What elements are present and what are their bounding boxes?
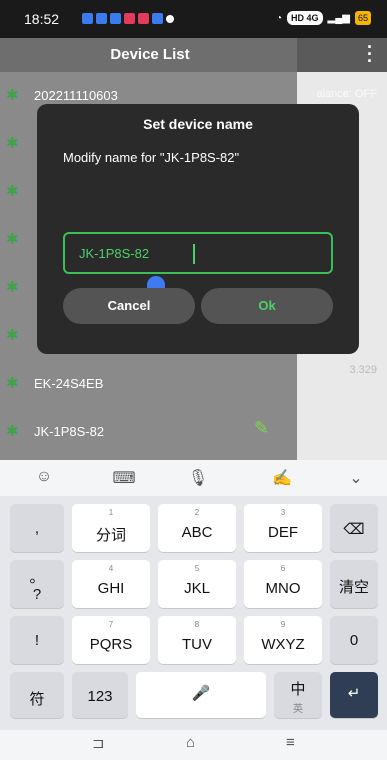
device-name-input[interactable]: JK-1P8S-82 (63, 232, 333, 274)
zero-key[interactable]: 0 (330, 616, 378, 664)
bluetooth-icon: ✱ (6, 375, 19, 392)
page-title: Device List (110, 46, 190, 63)
symbols-key[interactable]: 符 (10, 672, 64, 718)
app-notification-icon (82, 13, 93, 24)
dialog-title: Set device name (143, 116, 253, 132)
bluetooth-icon: ✱ (6, 279, 19, 296)
signal-icon: ▂▄▆ (327, 12, 350, 24)
enter-key[interactable]: ↵ (330, 672, 378, 718)
soft-keyboard: ☺ ⌨ 🎙 ✍ ⌄ , 。 ? ! 1 分词 2 ABC 3 DEF 4 GHI 5 JK… (0, 460, 387, 730)
ok-button[interactable]: Ok (201, 288, 333, 324)
backspace-key[interactable]: ⌫ (330, 504, 378, 552)
keyboard-toolbar: ☺ ⌨ 🎙 ✍ ⌄ (0, 460, 387, 496)
collapse-keyboard-icon[interactable]: ⌄ (336, 468, 376, 488)
microphone-icon: 🎤 (191, 685, 211, 702)
handwriting-icon[interactable]: ✍ (262, 468, 302, 488)
dialog-message: Modify name for "JK-1P8S-82" (63, 150, 240, 165)
numbers-key[interactable]: 123 (72, 672, 128, 718)
key-1[interactable]: 1 分词 (72, 504, 150, 552)
back-nav-icon[interactable]: ⊐ (92, 734, 105, 752)
device-voltage: 3.329 (349, 364, 377, 376)
app-notification-icon (124, 13, 135, 24)
edit-pencil-icon[interactable]: ✎ (254, 418, 269, 439)
battery-level: 65 (354, 11, 371, 25)
cancel-button[interactable]: Cancel (63, 288, 195, 324)
network-type: HD 4G (287, 11, 323, 25)
app-notification-icon (152, 13, 163, 24)
app-bar-side (297, 38, 387, 72)
exclaim-key[interactable]: ! (10, 616, 64, 664)
bluetooth-icon: ✱ (6, 231, 19, 248)
notification-icons (82, 13, 174, 24)
app-notification-icon (138, 13, 149, 24)
clear-key[interactable]: 清空 (330, 560, 378, 608)
set-device-name-dialog: Set device name Modify name for "JK-1P8S… (37, 104, 359, 354)
comma-key[interactable]: , (10, 504, 64, 552)
language-switch-key[interactable]: 中 英 (274, 672, 322, 718)
status-time: 18:52 (24, 11, 60, 27)
emoji-icon[interactable]: ☺ (24, 468, 64, 486)
key-9[interactable]: 9 WXYZ (244, 616, 322, 664)
key-5[interactable]: 5 JKL (158, 560, 236, 608)
device-name: 202211110603 (34, 88, 118, 103)
device-row[interactable]: ✱ EK-24S4EB 3.329 (0, 360, 387, 408)
app-notification-icon (110, 13, 121, 24)
device-balance: alance: OFF (316, 88, 377, 100)
bluetooth-icon: ✱ (6, 183, 19, 200)
text-caret (193, 244, 195, 264)
recents-nav-icon[interactable]: ≡ (286, 734, 295, 751)
more-notifications-icon (166, 15, 174, 23)
app-notification-icon (96, 13, 107, 24)
bluetooth-icon: ✱ (6, 327, 19, 344)
key-3[interactable]: 3 DEF (244, 504, 322, 552)
key-8[interactable]: 8 TUV (158, 616, 236, 664)
app-bar: Device List · · · (0, 38, 387, 72)
more-vertical-icon[interactable]: · · · (367, 38, 373, 70)
device-name: EK-24S4EB (34, 376, 104, 391)
alarm-icon: ◔ (275, 12, 282, 24)
device-row[interactable]: ✱ JK-1P8S-82 ✎ (0, 408, 387, 456)
device-name-input-value: JK-1P8S-82 (79, 246, 150, 261)
key-6[interactable]: 6 MNO (244, 560, 322, 608)
period-question-key[interactable]: 。 ? (10, 560, 64, 608)
voice-input-icon[interactable]: 🎙 (178, 468, 218, 488)
enter-icon: ↵ (347, 685, 361, 702)
bluetooth-icon: ✱ (6, 423, 19, 440)
status-bar: 18:52 ◔ HD 4G ▂▄▆ 65 (0, 0, 387, 38)
bluetooth-icon: ✱ (6, 87, 19, 104)
system-navigation-bar: ⊐ ⌂ ≡ (0, 730, 387, 760)
key-4[interactable]: 4 GHI (72, 560, 150, 608)
key-2[interactable]: 2 ABC (158, 504, 236, 552)
bluetooth-icon: ✱ (6, 135, 19, 152)
space-key[interactable]: 🎤 (136, 672, 266, 718)
backspace-icon: ⌫ (343, 521, 365, 538)
home-nav-icon[interactable]: ⌂ (186, 734, 195, 751)
device-name: JK-1P8S-82 (34, 424, 105, 439)
key-7[interactable]: 7 PQRS (72, 616, 150, 664)
keyboard-layout-icon[interactable]: ⌨ (104, 468, 144, 488)
